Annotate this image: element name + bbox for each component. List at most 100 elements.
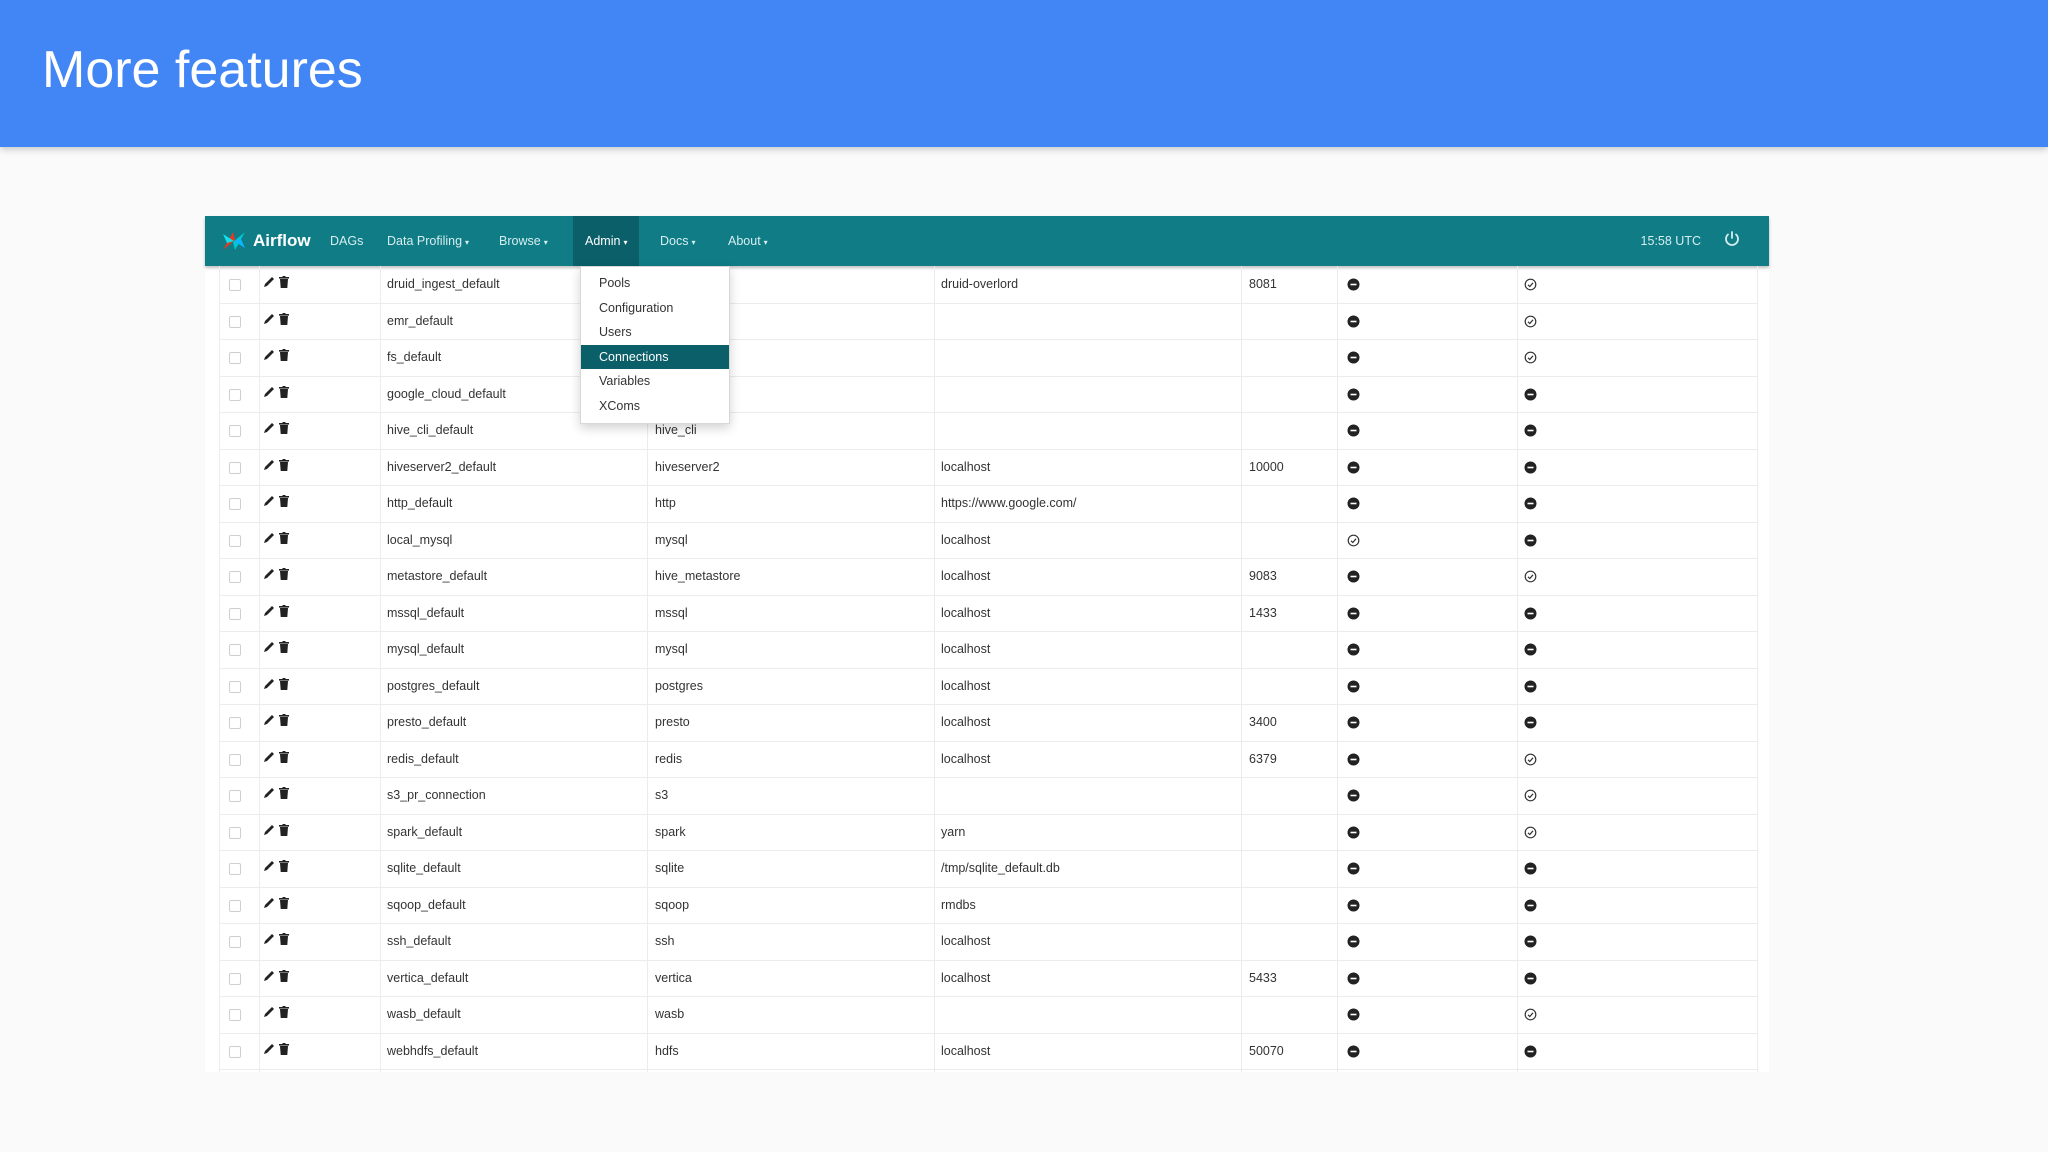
row-checkbox[interactable] bbox=[229, 425, 241, 437]
trash-icon[interactable] bbox=[279, 1006, 289, 1018]
airflow-brand[interactable]: Airflow bbox=[221, 216, 311, 266]
trash-icon[interactable] bbox=[279, 1042, 289, 1055]
row-checkbox[interactable] bbox=[229, 388, 241, 401]
trash-icon[interactable] bbox=[279, 823, 289, 836]
pencil-icon[interactable] bbox=[263, 751, 275, 763]
cell-conn-id[interactable]: ssh_default bbox=[387, 923, 451, 960]
trash-icon[interactable] bbox=[279, 677, 289, 690]
row-checkbox[interactable] bbox=[229, 1009, 241, 1021]
trash-icon[interactable] bbox=[279, 714, 289, 726]
row-checkbox[interactable] bbox=[229, 534, 241, 547]
cell-conn-id[interactable]: spark_default bbox=[387, 814, 462, 851]
admin-menu-users[interactable]: Users bbox=[581, 320, 729, 344]
trash-icon[interactable] bbox=[279, 896, 289, 909]
trash-icon[interactable] bbox=[279, 312, 289, 325]
pencil-icon[interactable] bbox=[263, 386, 275, 398]
cell-conn-id[interactable]: emr_default bbox=[387, 303, 453, 340]
row-checkbox[interactable] bbox=[229, 717, 241, 729]
cell-conn-id[interactable]: postgres_default bbox=[387, 668, 479, 705]
nav-dags[interactable]: DAGs bbox=[318, 216, 375, 266]
trash-icon[interactable] bbox=[279, 860, 289, 872]
admin-menu-configuration[interactable]: Configuration bbox=[581, 296, 729, 320]
trash-icon[interactable] bbox=[279, 349, 289, 361]
row-checkbox[interactable] bbox=[229, 936, 241, 948]
pencil-icon[interactable] bbox=[263, 313, 275, 325]
admin-menu-variables[interactable]: Variables bbox=[581, 369, 729, 393]
cell-conn-id[interactable]: vertica_default bbox=[387, 960, 468, 997]
pencil-icon[interactable] bbox=[263, 897, 275, 909]
pencil-icon[interactable] bbox=[263, 970, 275, 982]
trash-icon[interactable] bbox=[279, 933, 289, 945]
trash-icon[interactable] bbox=[279, 641, 289, 653]
nav-data-profiling[interactable]: Data Profiling ▾ bbox=[375, 216, 481, 266]
admin-menu-connections[interactable]: Connections bbox=[581, 344, 729, 369]
row-checkbox[interactable] bbox=[229, 680, 241, 693]
cell-conn-id[interactable]: druid_ingest_default bbox=[387, 266, 500, 303]
cell-conn-id[interactable]: mysql_default bbox=[387, 631, 464, 668]
trash-icon[interactable] bbox=[279, 458, 289, 471]
trash-icon[interactable] bbox=[279, 969, 289, 982]
pencil-icon[interactable] bbox=[263, 495, 275, 507]
power-icon[interactable] bbox=[1723, 230, 1741, 248]
admin-menu-pools[interactable]: Pools bbox=[581, 271, 729, 295]
pencil-icon[interactable] bbox=[263, 641, 275, 653]
pencil-icon[interactable] bbox=[263, 459, 275, 471]
row-checkbox[interactable] bbox=[229, 498, 241, 510]
pencil-icon[interactable] bbox=[263, 349, 275, 361]
row-checkbox[interactable] bbox=[229, 826, 241, 839]
cell-conn-id[interactable]: http_default bbox=[387, 485, 452, 522]
trash-icon[interactable] bbox=[279, 276, 289, 288]
pencil-icon[interactable] bbox=[263, 422, 275, 434]
cell-conn-id[interactable]: webhdfs_default bbox=[387, 1033, 478, 1070]
nav-about[interactable]: About ▾ bbox=[716, 216, 780, 266]
row-checkbox[interactable] bbox=[229, 899, 241, 912]
cell-conn-id[interactable]: mssql_default bbox=[387, 595, 464, 632]
cell-conn-id[interactable]: google_cloud_default bbox=[387, 376, 506, 413]
cell-conn-id[interactable]: wasb_default bbox=[387, 996, 461, 1033]
row-checkbox[interactable] bbox=[229, 607, 241, 620]
row-checkbox[interactable] bbox=[229, 1045, 241, 1058]
pencil-icon[interactable] bbox=[263, 605, 275, 617]
cell-conn-id[interactable]: local_mysql bbox=[387, 522, 452, 559]
trash-icon[interactable] bbox=[279, 787, 289, 799]
pencil-icon[interactable] bbox=[263, 714, 275, 726]
pencil-icon[interactable] bbox=[263, 678, 275, 690]
cell-conn-id[interactable]: hive_cli_default bbox=[387, 412, 473, 449]
row-checkbox[interactable] bbox=[229, 863, 241, 875]
trash-icon[interactable] bbox=[279, 604, 289, 617]
nav-browse[interactable]: Browse ▾ bbox=[487, 216, 560, 266]
pencil-icon[interactable] bbox=[263, 787, 275, 799]
cell-conn-id[interactable]: metastore_default bbox=[387, 558, 487, 595]
trash-icon[interactable] bbox=[279, 385, 289, 398]
row-checkbox[interactable] bbox=[229, 279, 241, 291]
row-checkbox[interactable] bbox=[229, 790, 241, 802]
cell-conn-id[interactable]: sqlite_default bbox=[387, 850, 461, 887]
cell-conn-id[interactable]: hiveserver2_default bbox=[387, 449, 496, 486]
cell-conn-id[interactable]: redis_default bbox=[387, 741, 459, 778]
pencil-icon[interactable] bbox=[263, 1006, 275, 1018]
nav-docs[interactable]: Docs ▾ bbox=[648, 216, 708, 266]
trash-icon[interactable] bbox=[279, 750, 289, 763]
trash-icon[interactable] bbox=[279, 422, 289, 434]
row-checkbox[interactable] bbox=[229, 352, 241, 364]
pencil-icon[interactable] bbox=[263, 824, 275, 836]
row-checkbox[interactable] bbox=[229, 315, 241, 328]
cell-conn-id[interactable]: presto_default bbox=[387, 704, 466, 741]
nav-admin[interactable]: Admin ▾ bbox=[573, 216, 640, 266]
pencil-icon[interactable] bbox=[263, 933, 275, 945]
pencil-icon[interactable] bbox=[263, 860, 275, 872]
cell-conn-id[interactable]: sqoop_default bbox=[387, 887, 466, 924]
row-checkbox[interactable] bbox=[229, 753, 241, 766]
cell-conn-id[interactable]: s3_pr_connection bbox=[387, 777, 486, 814]
cell-conn-id[interactable]: fs_default bbox=[387, 339, 441, 376]
admin-menu-xcoms[interactable]: XComs bbox=[581, 394, 729, 418]
row-checkbox[interactable] bbox=[229, 644, 241, 656]
trash-icon[interactable] bbox=[279, 568, 289, 580]
pencil-icon[interactable] bbox=[263, 532, 275, 544]
trash-icon[interactable] bbox=[279, 495, 289, 507]
pencil-icon[interactable] bbox=[263, 1043, 275, 1055]
row-checkbox[interactable] bbox=[229, 571, 241, 583]
row-checkbox[interactable] bbox=[229, 972, 241, 985]
pencil-icon[interactable] bbox=[263, 568, 275, 580]
row-checkbox[interactable] bbox=[229, 461, 241, 474]
